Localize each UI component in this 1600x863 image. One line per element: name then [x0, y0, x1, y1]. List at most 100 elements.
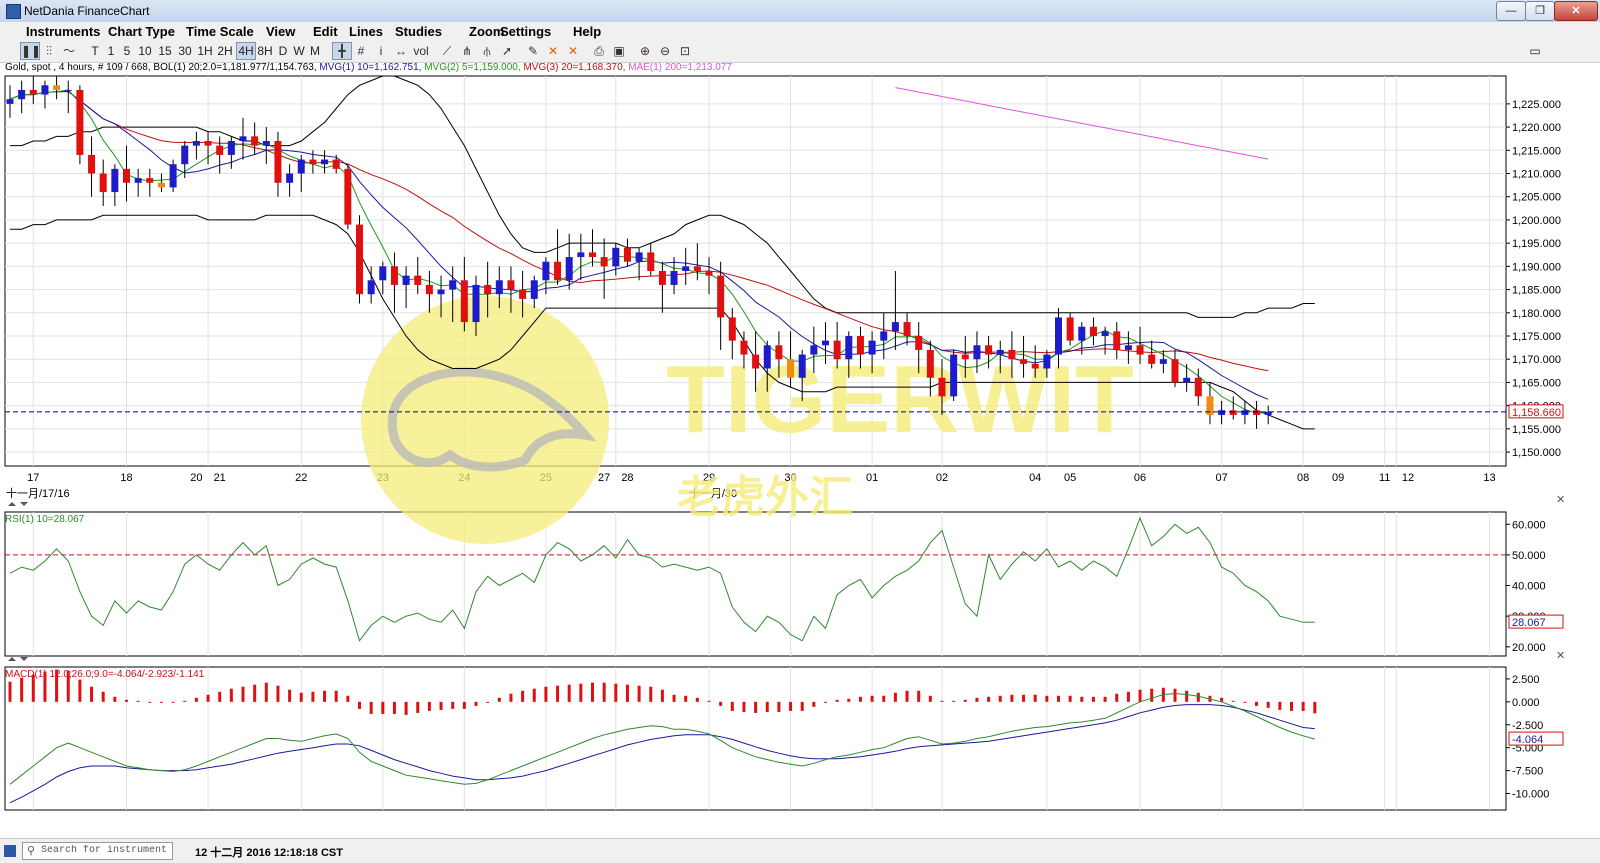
candle-body[interactable] [251, 136, 259, 146]
candle-body[interactable] [554, 261, 562, 281]
candle-body[interactable] [705, 271, 713, 276]
candle-body[interactable] [216, 145, 224, 155]
candle-body[interactable] [670, 271, 678, 285]
candle-body[interactable] [810, 345, 818, 355]
candle-body[interactable] [682, 266, 690, 271]
candle-body[interactable] [309, 159, 317, 165]
candle-body[interactable] [1241, 410, 1249, 415]
candle-body[interactable] [53, 85, 61, 90]
candle-body[interactable] [1113, 331, 1121, 350]
candle-body[interactable] [1159, 359, 1167, 364]
candle-body[interactable] [123, 168, 130, 183]
search-input[interactable] [41, 843, 169, 858]
candle-body[interactable] [239, 136, 247, 141]
candle-body[interactable] [64, 89, 72, 91]
candle-body[interactable] [833, 340, 841, 360]
candle-body[interactable] [402, 275, 410, 285]
candle-body[interactable] [297, 159, 305, 174]
candle-body[interactable] [985, 345, 993, 355]
candle-body[interactable] [1078, 326, 1086, 341]
candle-body[interactable] [472, 284, 480, 323]
candle-body[interactable] [484, 284, 492, 295]
candle-body[interactable] [181, 145, 189, 165]
candle-body[interactable] [99, 173, 107, 193]
candle-body[interactable] [356, 224, 363, 295]
candle-body[interactable] [961, 354, 969, 360]
candle-body[interactable] [926, 349, 934, 378]
candle-body[interactable] [880, 331, 888, 341]
candle-body[interactable] [798, 354, 806, 378]
candle-body[interactable] [973, 345, 981, 360]
candle-body[interactable] [449, 280, 457, 290]
candle-body[interactable] [845, 336, 853, 360]
candle-body[interactable] [1171, 359, 1179, 383]
close-panel-icon[interactable]: ✕ [1556, 493, 1565, 506]
candle-body[interactable] [1218, 410, 1226, 415]
candle-body[interactable] [658, 271, 666, 285]
candle-body[interactable] [717, 275, 725, 318]
candle-body[interactable] [1008, 349, 1016, 360]
candle-body[interactable] [996, 349, 1004, 355]
candle-body[interactable] [425, 284, 433, 295]
candle-body[interactable] [542, 261, 550, 281]
candle-body[interactable] [1148, 354, 1156, 364]
collapse-panel-icon[interactable] [8, 502, 16, 506]
candle-body[interactable] [1066, 317, 1074, 341]
candle-body[interactable] [775, 345, 783, 360]
candle-body[interactable] [530, 280, 538, 299]
candle-body[interactable] [274, 141, 282, 183]
candle-body[interactable] [763, 345, 771, 369]
candle-body[interactable] [169, 164, 177, 188]
candle-body[interactable] [577, 252, 585, 258]
candle-body[interactable] [367, 280, 375, 295]
candle-body[interactable] [915, 336, 923, 350]
candle-body[interactable] [1031, 363, 1039, 369]
close-panel-icon[interactable]: ✕ [1556, 649, 1565, 662]
candle-body[interactable] [1020, 359, 1028, 364]
candle-body[interactable] [6, 99, 14, 104]
candle-body[interactable] [612, 247, 620, 267]
collapse-panel-icon[interactable] [8, 657, 16, 661]
candle-body[interactable] [1055, 317, 1062, 355]
candle-body[interactable] [740, 340, 748, 355]
candle-body[interactable] [787, 359, 795, 378]
rsi-panel[interactable] [4, 511, 1507, 657]
candle-body[interactable] [18, 89, 26, 100]
candle-body[interactable] [227, 141, 235, 155]
candle-body[interactable] [1043, 354, 1051, 369]
candle-body[interactable] [192, 141, 200, 146]
candle-body[interactable] [752, 354, 760, 369]
candle-body[interactable] [647, 252, 655, 271]
candle-body[interactable] [344, 168, 352, 225]
candle-body[interactable] [1124, 345, 1132, 350]
chart-canvas[interactable]: 1718202122232425272829300102040506070809… [0, 0, 1600, 838]
candle-body[interactable] [891, 322, 899, 332]
candle-body[interactable] [1089, 326, 1097, 336]
candle-body[interactable] [822, 340, 829, 346]
candle-body[interactable] [390, 266, 398, 285]
candle-body[interactable] [332, 159, 340, 169]
candle-body[interactable] [379, 266, 387, 281]
candle-body[interactable] [1253, 410, 1261, 415]
candle-body[interactable] [1101, 331, 1109, 336]
candle-body[interactable] [146, 178, 154, 183]
candle-body[interactable] [1183, 377, 1191, 383]
expand-panel-icon[interactable] [20, 657, 28, 661]
candle-body[interactable] [507, 280, 515, 290]
candle-body[interactable] [1194, 377, 1202, 397]
candle-body[interactable] [286, 173, 294, 183]
candle-body[interactable] [1229, 410, 1237, 415]
candle-body[interactable] [262, 141, 270, 146]
candle-body[interactable] [88, 154, 96, 174]
candle-body[interactable] [134, 178, 142, 183]
candle-body[interactable] [600, 257, 608, 267]
candle-body[interactable] [635, 252, 643, 262]
candle-body[interactable] [495, 280, 503, 295]
candle-body[interactable] [321, 159, 329, 165]
search-box[interactable]: ⚲ [22, 842, 173, 860]
candle-body[interactable] [111, 168, 119, 193]
candle-body[interactable] [868, 340, 876, 355]
candle-body[interactable] [623, 247, 631, 262]
candle-body[interactable] [437, 289, 445, 295]
candle-body[interactable] [565, 257, 573, 281]
